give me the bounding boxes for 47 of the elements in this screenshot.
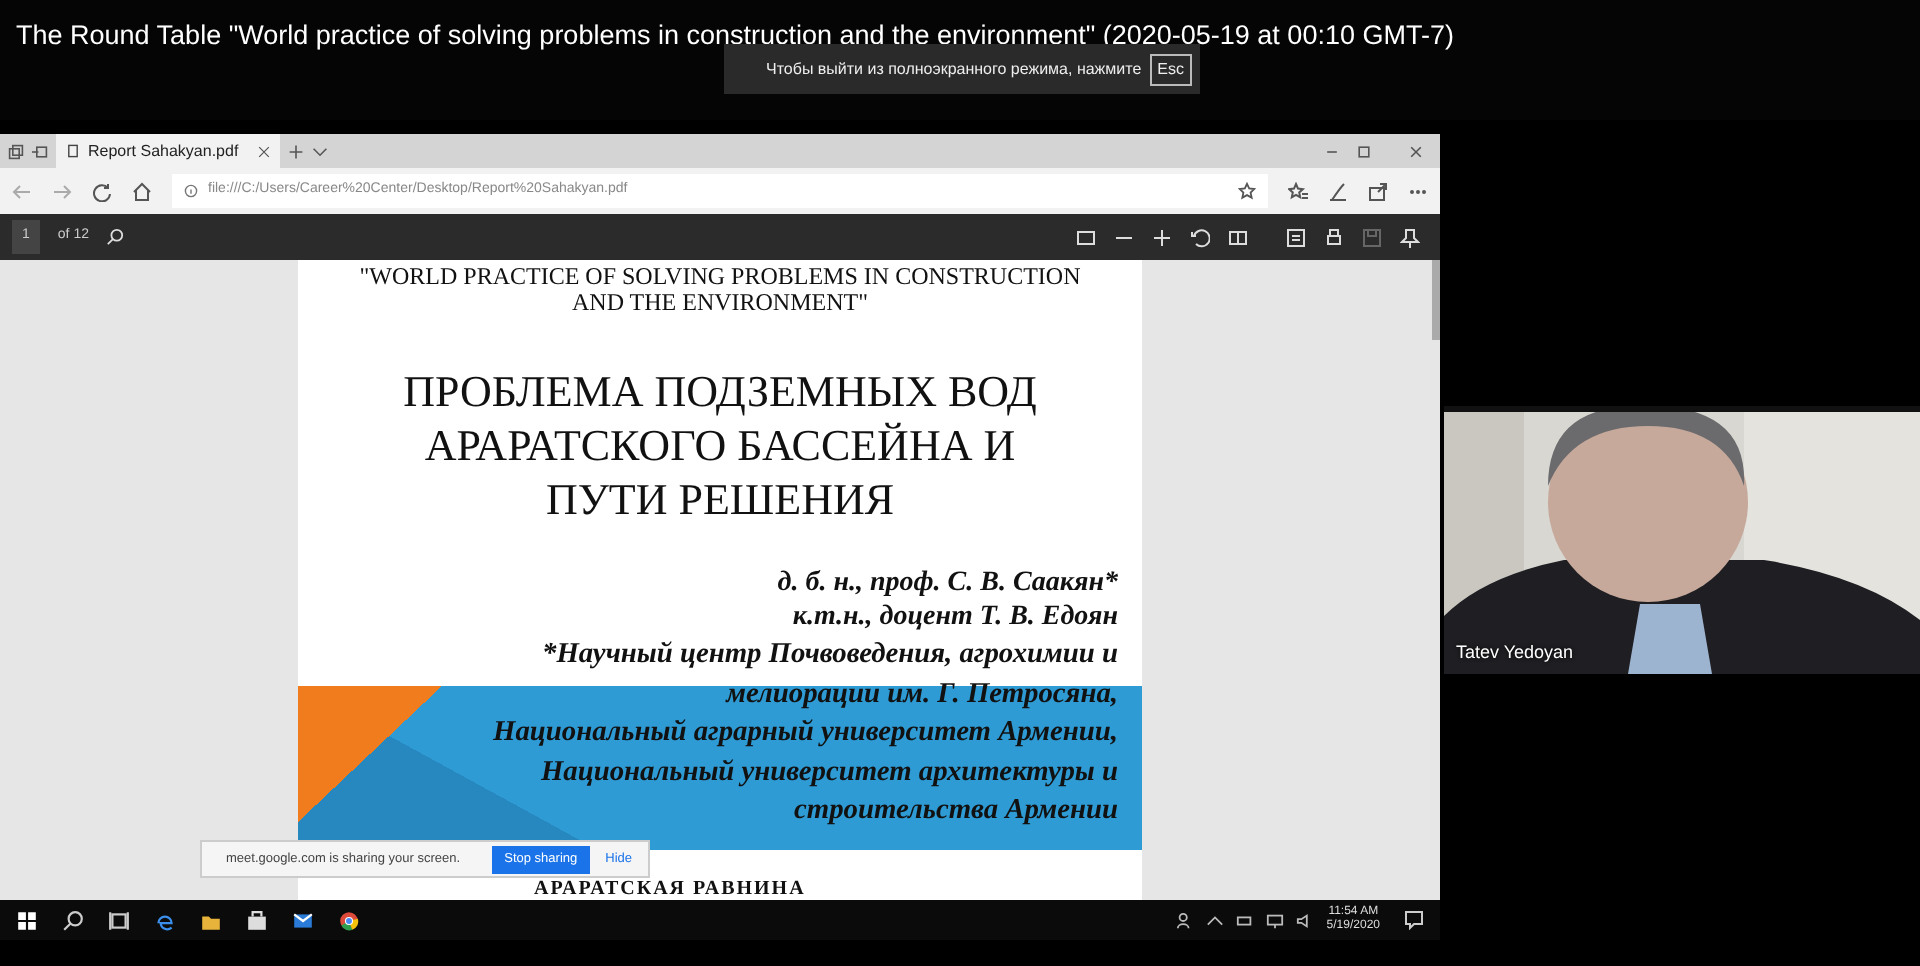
- slide-title: ПРОБЛЕМА ПОДЗЕМНЫХ ВОД АРАРАТСКОГО БАССЕЙНА И ПУТИ РЕШЕНИЯ: [401, 364, 1039, 526]
- battery-icon[interactable]: [1236, 911, 1255, 929]
- rotate-icon[interactable]: [1190, 227, 1210, 247]
- home-icon[interactable]: [132, 181, 152, 201]
- refresh-icon[interactable]: [92, 181, 112, 201]
- info-icon: [184, 184, 198, 198]
- close-icon[interactable]: [1408, 143, 1424, 159]
- author-list: д. б. н., проф. С. В. Саакян* к.т.н., доцент Т. В. Едоян: [298, 566, 1142, 634]
- chevron-down-icon[interactable]: [312, 143, 328, 159]
- tab-title: Report Sahakyan.pdf: [88, 139, 241, 163]
- tab-aside-icon[interactable]: [32, 143, 48, 159]
- read-aloud-icon[interactable]: [1286, 227, 1306, 247]
- favorites-icon[interactable]: [1288, 181, 1308, 201]
- affiliation-text: *Научный центр Почвоведения, агрохимии и мелиорации им. Г. Петросяна, Национальный аграрный университет Армении, Национальный университет архитектуры и строительства Армении: [491, 636, 1120, 830]
- notice-text: Чтобы выйти из полноэкранного режима, нажмите: [766, 57, 1142, 81]
- task-view-icon[interactable]: [108, 909, 130, 931]
- participant-name: Tatev Yedoyan: [1456, 639, 1574, 666]
- search-icon[interactable]: [106, 228, 125, 246]
- store-icon[interactable]: [246, 909, 268, 931]
- pin-icon[interactable]: [1400, 227, 1420, 247]
- search-icon[interactable]: [62, 909, 84, 931]
- browser-tab[interactable]: Report Sahakyan.pdf: [56, 134, 280, 168]
- network-icon[interactable]: [1266, 911, 1285, 929]
- close-icon[interactable]: [258, 145, 270, 157]
- people-icon[interactable]: [1176, 911, 1195, 929]
- chevron-up-icon[interactable]: [1206, 911, 1225, 929]
- mail-icon[interactable]: [292, 909, 314, 931]
- esc-key: Esc: [1149, 53, 1192, 85]
- video-title: The Round Table "World practice of solving problems in construction and the environment" (2020-05-19 at 00:10 GMT-7): [16, 18, 1456, 54]
- restore-icon[interactable]: [1356, 143, 1372, 159]
- chrome-icon[interactable]: [338, 909, 360, 931]
- pen-icon[interactable]: [1328, 181, 1348, 201]
- next-slide-heading: АРАРАТСКАЯ РАВНИНА: [532, 879, 808, 899]
- save-icon[interactable]: [1362, 227, 1382, 247]
- star-icon[interactable]: [1238, 182, 1256, 200]
- share-icon[interactable]: [1368, 181, 1388, 201]
- conference-title: "WORLD PRACTICE OF SOLVING PROBLEMS IN CONSTRUCTION AND THE ENVIRONMENT": [357, 260, 1083, 316]
- zoom-in-icon[interactable]: [1152, 227, 1172, 247]
- page-view-icon[interactable]: [1228, 227, 1248, 247]
- notifications-icon[interactable]: [1404, 910, 1424, 930]
- tabs-icon[interactable]: [8, 143, 24, 159]
- scrollbar[interactable]: [1432, 260, 1440, 340]
- windows-icon[interactable]: [16, 909, 38, 931]
- document-icon: [66, 144, 80, 158]
- print-icon[interactable]: [1324, 227, 1344, 247]
- fit-page-icon[interactable]: [1076, 227, 1096, 247]
- new-tab-icon[interactable]: [288, 143, 304, 159]
